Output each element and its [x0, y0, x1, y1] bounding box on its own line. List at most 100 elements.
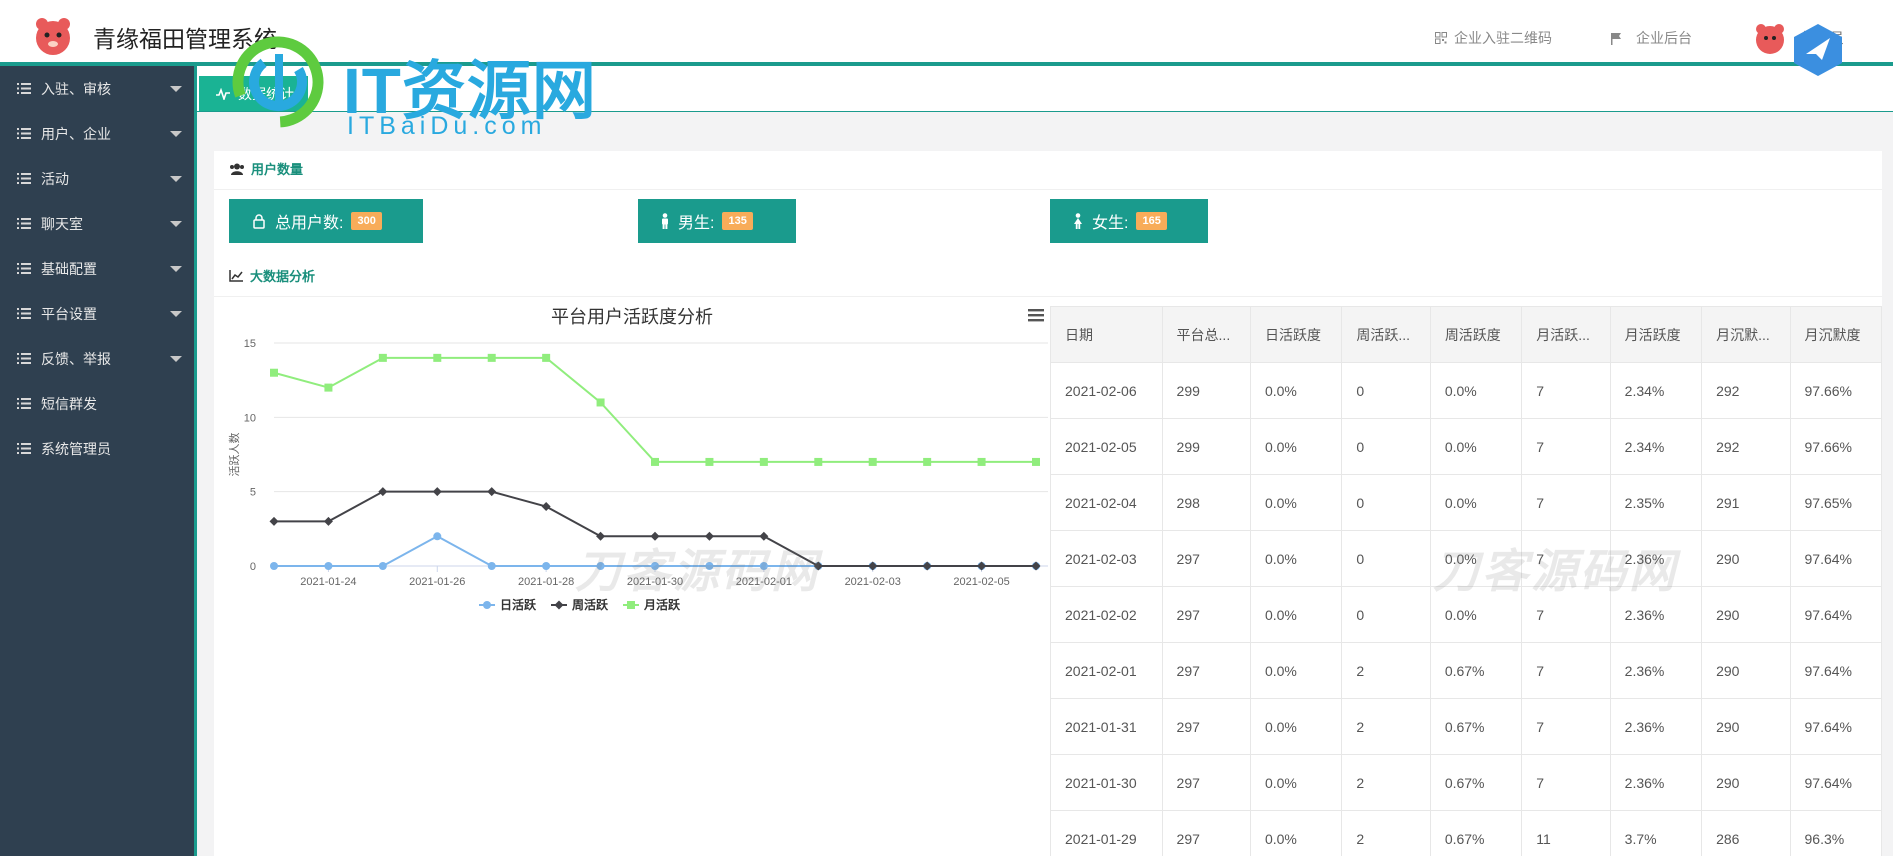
table-row: 2021-01-29 297 0.0% 2 0.67% 11 3.7% 286 96.3%	[1050, 810, 1882, 856]
y-tick-label: 10	[244, 412, 256, 424]
sidebar-item[interactable]: 基础配置	[0, 246, 194, 291]
watermark-bird-icon	[1794, 24, 1842, 76]
table-cell: 97.64%	[1789, 754, 1882, 811]
data-point	[270, 368, 278, 377]
caret-down-icon	[170, 221, 182, 227]
sidebar-item-label: 活动	[41, 170, 69, 187]
table-cell: 0	[1341, 586, 1431, 643]
caret-down-icon	[170, 131, 182, 137]
table-cell: 2.35%	[1609, 474, 1703, 531]
flag-icon	[1611, 32, 1621, 45]
column-header[interactable]: 日期	[1050, 306, 1163, 363]
user-icon	[253, 214, 265, 229]
column-header[interactable]: 日活跃度	[1249, 306, 1343, 363]
table-cell: 0.67%	[1429, 754, 1523, 811]
sidebar-item[interactable]: 入驻、审核	[0, 66, 194, 111]
column-header[interactable]: 月沉默度	[1789, 306, 1882, 363]
sidebar-item[interactable]: 反馈、举报	[0, 336, 194, 381]
data-point	[705, 457, 714, 466]
table-cell: 0.0%	[1249, 642, 1343, 699]
big-data-heading: 大数据分析	[229, 266, 315, 285]
list-icon	[17, 308, 31, 319]
sidebar-item[interactable]: 聊天室	[0, 201, 194, 246]
sidebar-item[interactable]: 平台设置	[0, 291, 194, 336]
qrcode-icon	[1435, 32, 1447, 44]
sidebar-item[interactable]: 活动	[0, 156, 194, 201]
table-cell: 7	[1521, 418, 1611, 475]
caret-down-icon	[170, 311, 182, 317]
data-point	[814, 457, 823, 466]
total-users-button[interactable]: 总用户数: 300	[229, 199, 423, 243]
column-header[interactable]: 月活跃...	[1521, 306, 1611, 363]
x-tick-label: 2021-01-26	[409, 576, 465, 588]
table-cell: 2.36%	[1609, 754, 1703, 811]
y-tick-label: 15	[244, 338, 256, 350]
y-axis-label: 活跃人数	[227, 433, 241, 477]
data-point	[324, 383, 333, 392]
table-cell: 2021-01-30	[1050, 754, 1163, 811]
data-point	[541, 502, 551, 512]
table-cell: 2021-01-29	[1050, 810, 1163, 856]
list-icon	[17, 443, 31, 454]
caret-down-icon	[170, 176, 182, 182]
data-point	[487, 353, 496, 362]
sidebar-item-label: 入驻、审核	[41, 80, 111, 97]
qr-code-link-label: 企业入驻二维码	[1454, 30, 1552, 46]
legend-marker	[554, 600, 564, 610]
avatar[interactable]	[1752, 20, 1788, 56]
table-cell: 290	[1701, 642, 1791, 699]
table-cell: 292	[1701, 418, 1791, 475]
list-icon	[17, 128, 31, 139]
data-point	[487, 487, 497, 497]
table-cell: 290	[1701, 586, 1791, 643]
data-point	[759, 457, 768, 466]
table-cell: 297	[1161, 754, 1251, 811]
users-icon	[230, 163, 244, 175]
list-icon	[17, 218, 31, 229]
table-cell: 2021-02-02	[1050, 586, 1163, 643]
column-header[interactable]: 平台总...	[1161, 306, 1251, 363]
watermark-url: ITBaiDu.com	[347, 112, 547, 140]
sidebar: 入驻、审核用户、企业活动聊天室 基础配置 平台设置 反馈、举报 短信群发 系统管理员	[0, 66, 197, 856]
enterprise-backend-link[interactable]: 企业后台	[1610, 28, 1692, 48]
table-cell: 97.66%	[1789, 362, 1882, 419]
table-cell: 7	[1521, 642, 1611, 699]
column-header[interactable]: 月活跃度	[1609, 306, 1703, 363]
table-cell: 297	[1161, 810, 1251, 856]
female-icon	[1074, 213, 1082, 229]
table-cell: 2.34%	[1609, 362, 1703, 419]
female-users-label: 女生:	[1092, 215, 1129, 232]
table-cell: 2.36%	[1609, 642, 1703, 699]
sidebar-item[interactable]: 短信群发	[0, 381, 194, 426]
watermark-ghost-2: 刀客源码网	[1433, 545, 1678, 597]
table-cell: 0.0%	[1249, 754, 1343, 811]
data-point	[923, 457, 932, 466]
x-tick-label: 2021-02-05	[953, 576, 1009, 588]
sidebar-item[interactable]: 用户、企业	[0, 111, 194, 156]
legend-label[interactable]: 日活跃	[500, 597, 537, 612]
total-users-badge: 300	[351, 212, 382, 230]
data-point	[324, 562, 333, 570]
data-point	[433, 532, 442, 541]
table-cell: 97.64%	[1789, 698, 1882, 755]
y-tick-label: 0	[250, 561, 256, 573]
main-panel: 用户数量 总用户数: 300 男生: 135 女生: 165 大数据分析 平台用…	[214, 151, 1882, 856]
male-users-button[interactable]: 男生: 135	[638, 199, 796, 243]
column-header[interactable]: 月沉默...	[1701, 306, 1791, 363]
sidebar-item[interactable]: 系统管理员	[0, 426, 194, 471]
table-cell: 2.34%	[1609, 418, 1703, 475]
list-icon	[17, 173, 31, 184]
x-tick-label: 2021-01-28	[518, 576, 574, 588]
column-header[interactable]: 周活跃度	[1429, 306, 1523, 363]
female-users-button[interactable]: 女生: 165	[1050, 199, 1208, 243]
data-point	[269, 516, 279, 526]
qr-code-link[interactable]: 企业入驻二维码	[1435, 28, 1552, 48]
total-users-label: 总用户数:	[275, 215, 344, 232]
data-point	[432, 487, 442, 497]
table-cell: 291	[1701, 474, 1791, 531]
column-header[interactable]: 周活跃...	[1341, 306, 1431, 363]
table-cell: 0.0%	[1249, 698, 1343, 755]
table-cell: 299	[1161, 418, 1251, 475]
table-row: 2021-01-31 297 0.0% 2 0.67% 7 2.36% 290 97.64%	[1050, 698, 1882, 755]
table-row: 2021-02-06 299 0.0% 0 0.0% 7 2.34% 292 97.66%	[1050, 362, 1882, 419]
